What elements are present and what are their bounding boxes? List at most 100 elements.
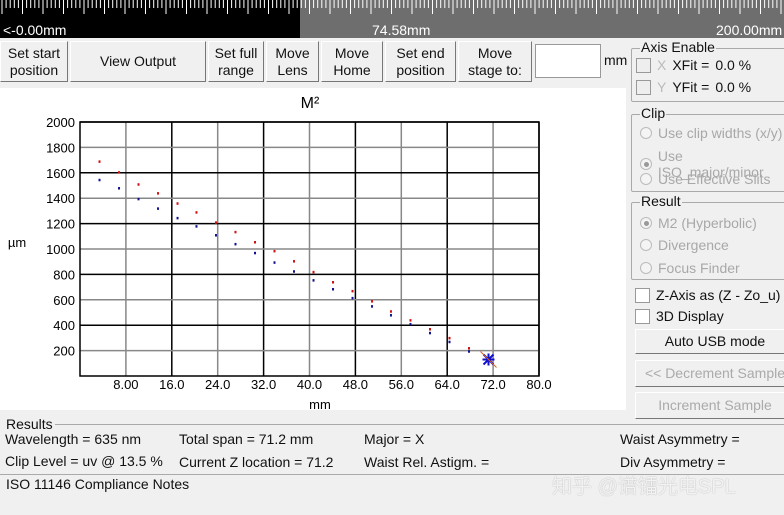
current-position-marker (480, 351, 497, 368)
set-start-position-button[interactable]: Set start position (0, 41, 68, 82)
increment-sample-button[interactable]: Increment Sample (635, 392, 784, 419)
x-tick-label: 32.0 (251, 377, 276, 392)
result-option-m2[interactable]: M2 (Hyperbolic) (640, 215, 757, 231)
3d-display-checkbox[interactable] (635, 308, 650, 324)
data-point-x (273, 249, 276, 253)
data-point-x (389, 310, 392, 313)
data-point-y (273, 261, 276, 264)
data-point-y (214, 234, 217, 237)
data-point-y (409, 322, 412, 326)
result-option-divergence[interactable]: Divergence (640, 237, 729, 253)
data-point-x (137, 183, 140, 186)
watermark: 知乎 @谱镭光电SPL (552, 476, 736, 498)
x-tick-label: 72.0 (480, 377, 505, 392)
z-axis-label: Z-Axis as (Z - Zo_u) (656, 287, 781, 303)
y-tick-label: 1600 (46, 166, 75, 181)
data-point-y (176, 216, 179, 220)
ruler-ticks (1, 0, 782, 14)
view-output-button[interactable]: View Output (70, 41, 206, 82)
option-label: M2 (Hyperbolic) (658, 215, 757, 231)
xfit-label: XFit = (672, 57, 710, 73)
data-point-x (448, 336, 451, 340)
clip-option-effective-slits[interactable]: Use Effective Slits (640, 171, 771, 187)
data-point-x (409, 319, 412, 322)
option-label: Divergence (658, 237, 729, 253)
m2-chart: M² µm mm 8.00 16.0 24.0 32.0 40.0 48.0 56.0 64.… (0, 88, 626, 412)
move-stage-to-button[interactable]: Move stage to: (458, 41, 532, 82)
yfit-label: YFit = (672, 79, 710, 95)
axis-enable-group: Axis Enable X XFit = 0.0 % Y YFit = 0.0 … (631, 39, 784, 102)
x-axis-checkbox[interactable] (636, 57, 651, 73)
radio-icon (640, 239, 652, 251)
y-tick-label: 200 (53, 344, 75, 359)
data-point-y (157, 207, 160, 210)
ruler-current-label: 74.58mm (372, 22, 431, 38)
data-point-x (176, 202, 179, 205)
data-point-x (371, 300, 374, 303)
total-span-value: Total span = 71.2 mm (179, 431, 314, 447)
data-point-y (118, 187, 121, 190)
data-point-x (214, 221, 217, 224)
ruler-start-label: <-0.00mm (3, 22, 67, 38)
y-tick-label: 800 (53, 267, 75, 282)
data-point-y (98, 178, 101, 182)
xfit-value: 0.0 % (715, 57, 752, 73)
data-point-y (312, 279, 315, 282)
stage-position-input[interactable] (535, 44, 601, 78)
x-axis-label: mm (309, 397, 331, 410)
clip-group: Clip Use clip widths (x/y) Use ISO_major… (631, 105, 784, 192)
option-label: Use clip widths (x/y) (658, 125, 783, 141)
data-point-x (351, 289, 354, 293)
option-label: Use Effective Slits (658, 171, 771, 187)
data-point-x (312, 270, 315, 274)
3d-display-checkbox-row[interactable]: 3D Display (635, 308, 724, 324)
set-end-position-button[interactable]: Set end position (385, 41, 456, 82)
radio-selected-icon (640, 217, 652, 229)
y-tick-label: 1000 (46, 242, 75, 257)
data-point-y (468, 350, 471, 353)
y-tick-label: 600 (53, 293, 75, 308)
data-point-x (428, 328, 431, 331)
data-point-x (234, 230, 237, 234)
data-point-y (351, 296, 354, 300)
move-lens-button[interactable]: Move Lens (266, 41, 319, 82)
option-label: Focus Finder (658, 260, 740, 276)
waist-asymmetry-value: Waist Asymmetry = (620, 431, 740, 447)
waist-rel-astigm-value: Waist Rel. Astigm. = (364, 454, 490, 470)
x-tick-label: 56.0 (389, 377, 414, 392)
data-point-y (428, 331, 431, 335)
results-title: Results (6, 416, 53, 432)
data-point-y (137, 197, 140, 201)
auto-usb-mode-button[interactable]: Auto USB mode (635, 329, 784, 354)
x-tick-label: 8.00 (113, 377, 138, 392)
data-point-x (195, 211, 198, 214)
y-tick-label: 1400 (46, 191, 75, 206)
x-tick-label: 40.0 (297, 377, 322, 392)
result-group: Result M2 (Hyperbolic) Divergence Focus … (631, 193, 784, 280)
x-tick-label: 64.0 (435, 377, 460, 392)
iso-compliance-notes-title: ISO 11146 Compliance Notes (6, 476, 192, 492)
set-full-range-button[interactable]: Set full range (208, 41, 264, 82)
y-tick-label: 2000 (46, 115, 75, 130)
z-axis-checkbox[interactable] (635, 287, 650, 303)
clip-title: Clip (640, 105, 667, 121)
x-tick-label: 16.0 (159, 377, 184, 392)
y-axis-checkbox[interactable] (636, 79, 651, 95)
data-point-x (157, 192, 160, 195)
z-axis-checkbox-row[interactable]: Z-Axis as (Z - Zo_u) (635, 287, 780, 303)
m2-chart-svg: M² µm mm 8.00 16.0 24.0 32.0 40.0 48.0 56.0 64.… (8, 95, 552, 412)
data-point-x (253, 241, 256, 244)
x-tick-label: 80.0 (526, 377, 551, 392)
move-home-button[interactable]: Move Home (321, 41, 383, 82)
y-tick-label: 1800 (46, 140, 75, 155)
data-point-y (448, 340, 451, 344)
data-point-y (234, 242, 237, 246)
decrement-sample-button[interactable]: << Decrement Sample (635, 360, 784, 387)
stage-position-ruler[interactable]: <-0.00mm 74.58mm 200.00mm (0, 0, 784, 38)
radio-selected-icon (640, 158, 652, 170)
radio-icon (640, 262, 652, 274)
y-axis-label: µm (8, 235, 26, 250)
chart-title: M² (301, 95, 320, 112)
result-option-focus-finder[interactable]: Focus Finder (640, 260, 740, 276)
clip-option-clip-widths[interactable]: Use clip widths (x/y) (640, 125, 782, 141)
